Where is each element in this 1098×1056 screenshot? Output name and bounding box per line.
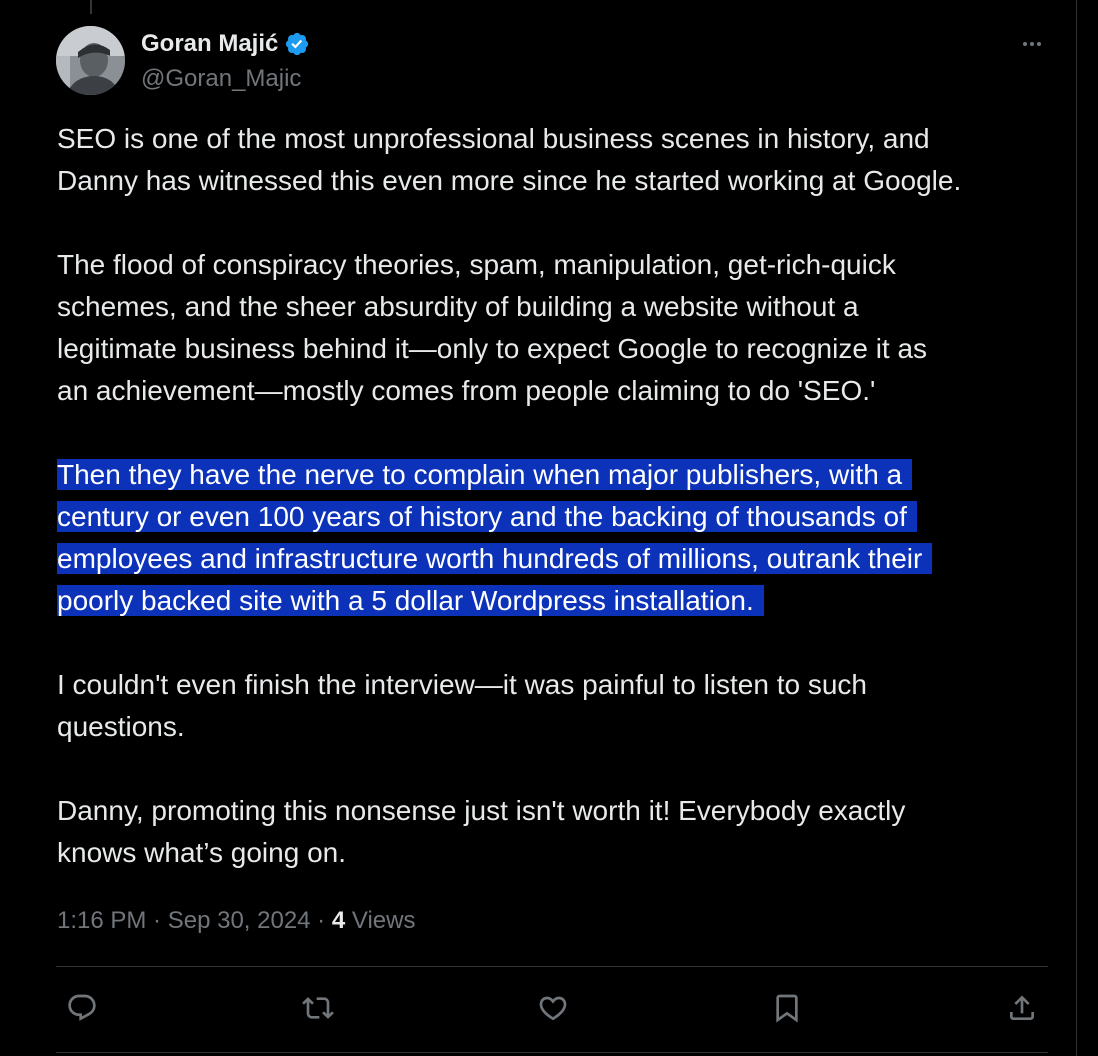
views-count: 4 [331, 907, 346, 934]
reply-button[interactable] [62, 988, 102, 1028]
tweet-text: SEO is one of the most unprofessional bu… [57, 118, 1057, 874]
more-options-button[interactable] [1012, 24, 1052, 64]
repost-icon [302, 997, 334, 1019]
tweet-line: I couldn't even finish the interview—it … [57, 669, 867, 700]
tweet-line: knows what’s going on. [57, 837, 346, 868]
meta-separator: · [146, 907, 168, 934]
tweet-paragraph: SEO is one of the most unprofessional bu… [57, 118, 1057, 202]
meta-separator: · [310, 907, 332, 934]
tweet-metadata: 1:16 PM · Sep 30, 2024 · 4 Views [57, 905, 415, 937]
bookmark-button[interactable] [767, 988, 807, 1028]
tweet-line: Danny, promoting this nonsense just isn'… [57, 795, 906, 826]
thread-connector-line [90, 0, 92, 14]
tweet-line: an achievement—mostly comes from people … [57, 375, 876, 406]
more-dots-icon [1023, 42, 1041, 46]
tweet-paragraph: Danny, promoting this nonsense just isn'… [57, 790, 1057, 874]
divider [56, 966, 1048, 967]
tweet-paragraph-highlighted: Then they have the nerve to complain whe… [57, 454, 1057, 622]
tweet-line: questions. [57, 711, 185, 742]
column-border [1076, 0, 1077, 1056]
tweet-time[interactable]: 1:16 PM [57, 907, 146, 934]
tweet-line: SEO is one of the most unprofessional bu… [57, 123, 930, 154]
tweet-line: schemes, and the sheer absurdity of buil… [57, 291, 859, 322]
selected-text: employees and infrastructure worth hundr… [57, 543, 933, 574]
divider [56, 1052, 1048, 1053]
views-label: Views [351, 907, 416, 934]
reply-icon [68, 994, 96, 1021]
verified-badge-icon [286, 32, 309, 56]
like-button[interactable] [533, 988, 573, 1028]
avatar-photo-icon [56, 26, 125, 95]
author-name-row[interactable]: Goran Majić [141, 29, 310, 59]
tweet-date[interactable]: Sep 30, 2024 [168, 907, 311, 934]
tweet-line: The flood of conspiracy theories, spam, … [57, 249, 896, 280]
share-button[interactable] [1002, 988, 1042, 1028]
selected-text: Then they have the nerve to complain whe… [57, 459, 913, 490]
avatar[interactable] [56, 26, 125, 95]
tweet-line: legitimate business behind it—only to ex… [57, 333, 928, 364]
tweet-paragraph: I couldn't even finish the interview—it … [57, 664, 1057, 748]
heart-icon [539, 996, 567, 1021]
selected-text: poorly backed site with a 5 dollar Wordp… [57, 585, 764, 616]
tweet-line: Danny has witnessed this even more since… [57, 165, 962, 196]
tweet-paragraph: The flood of conspiracy theories, spam, … [57, 244, 1057, 412]
bookmark-icon [776, 994, 798, 1023]
author-handle[interactable]: @Goran_Majic [141, 64, 301, 94]
author-display-name[interactable]: Goran Majić [141, 29, 278, 59]
selected-text: century or even 100 years of history and… [57, 501, 917, 532]
repost-button[interactable] [298, 988, 338, 1028]
share-icon [1010, 995, 1034, 1020]
